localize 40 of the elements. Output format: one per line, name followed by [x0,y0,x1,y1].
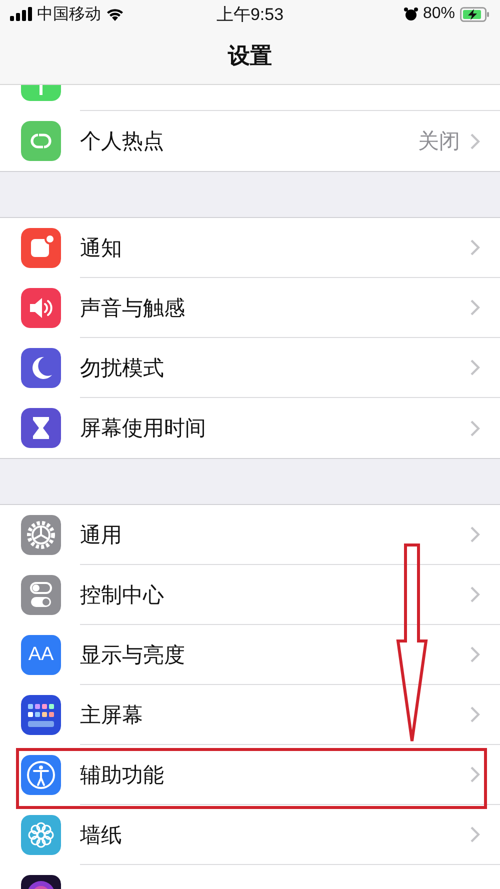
chevron-icon [470,359,480,376]
moon-icon [21,348,61,388]
signal-icon [10,7,32,21]
settings-item[interactable]: 个人热点 关闭 [0,111,500,171]
settings-item[interactable]: 声音与触感 [0,278,500,338]
settings-item[interactable]: 屏幕使用时间 [0,398,500,458]
battery-percent: 80% [422,5,455,23]
battery-icon [460,6,490,22]
app-grid-icon [21,695,61,735]
chevron-icon [470,239,480,256]
carrier-name: 中国移动 [37,4,101,24]
clock-time: 上午9:53 [216,4,284,26]
page-title: 设置 [228,42,272,70]
toggle-icon [21,575,61,615]
settings-item[interactable]: AA 显示与亮度 [0,625,500,685]
link-icon [21,121,61,161]
chevron-icon [470,132,480,150]
settings-item[interactable]: 主屏幕 [0,685,500,745]
chevron-icon [470,420,480,436]
speaker-icon [21,288,61,328]
person-icon [21,755,61,795]
settings-icon [21,515,61,555]
hourglass-icon [21,408,61,448]
notification-icon [21,228,61,268]
wifi-icon [106,7,124,21]
chevron-icon [470,526,480,543]
chevron-icon [470,826,480,843]
flower-icon [21,815,61,855]
settings-item[interactable]: 通知 [0,218,500,278]
chevron-icon [470,299,480,316]
settings-item[interactable]: 墙纸 [0,805,500,865]
value-text: 关闭 [418,129,460,155]
settings-item[interactable]: 通用 [0,505,500,565]
settings-item[interactable]: 勿扰模式 [0,338,500,398]
chevron-icon [470,646,480,663]
settings-item[interactable]: 控制中心 [0,565,500,625]
chevron-icon [470,586,480,603]
text-size-icon: AA [21,635,61,675]
chevron-icon [470,766,480,783]
chevron-icon [470,706,480,723]
